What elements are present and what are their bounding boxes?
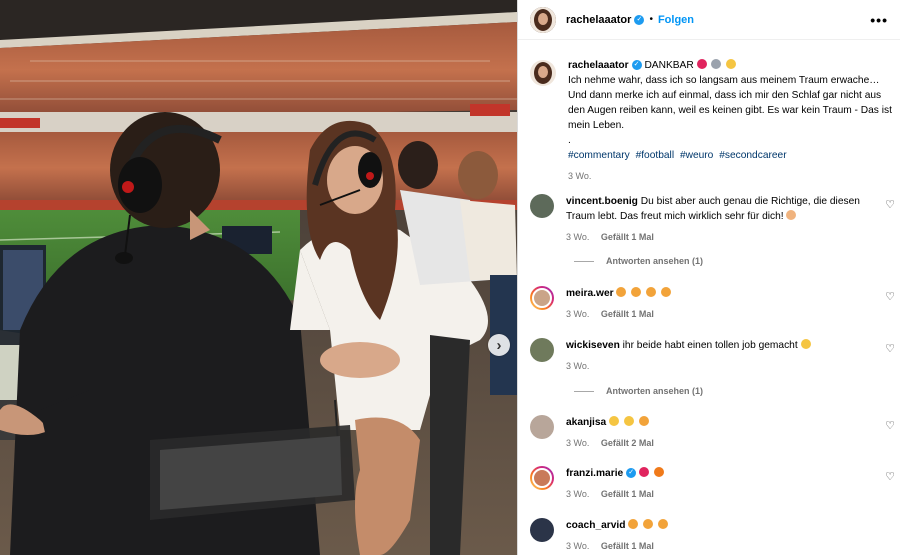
comment-likes[interactable]: Gefällt 1 Mal	[601, 232, 654, 242]
comment-meta: 3 Wo. Gefällt 1 Mal	[566, 539, 866, 554]
commentary-booth-image	[0, 0, 517, 555]
next-image-button[interactable]: ›	[488, 334, 510, 356]
comment-item: meira.wer 3 Wo. Gefällt 1 Mal ♡	[530, 286, 900, 322]
separator-dot: •	[649, 14, 653, 25]
hashtag-link[interactable]: #commentary	[568, 150, 630, 161]
post-photo[interactable]: ›	[0, 0, 517, 555]
hands-emoji-icon	[786, 210, 797, 220]
comment-username[interactable]: meira.wer	[566, 288, 614, 299]
post-dialog: › rachelaaator ✓ • Folgen ••• rachelaaat…	[0, 0, 900, 555]
comment-username[interactable]: coach_arvid	[566, 520, 625, 531]
like-heart-icon[interactable]: ♡	[885, 470, 895, 483]
caption-dot: .	[568, 135, 571, 146]
comment-avatar[interactable]	[530, 466, 554, 490]
sparkles-emoji-icon	[609, 416, 620, 426]
heart-eyes-emoji-icon	[660, 287, 671, 297]
sparkles-emoji-icon	[726, 59, 737, 69]
comment-item: wickiseven ihr beide habt einen tollen j…	[530, 338, 900, 374]
author-username[interactable]: rachelaaator	[566, 14, 631, 26]
clap-emoji-icon	[800, 339, 811, 349]
comment-time[interactable]: 3 Wo.	[566, 438, 589, 448]
comment-meta: 3 Wo. Gefällt 1 Mal	[566, 487, 866, 502]
comment-time[interactable]: 3 Wo.	[566, 309, 589, 319]
hashtag-link[interactable]: #weuro	[680, 150, 713, 161]
author-avatar[interactable]	[530, 6, 556, 33]
heart-eyes-emoji-icon	[638, 416, 649, 426]
like-heart-icon[interactable]: ♡	[885, 419, 895, 432]
comment-meta: 3 Wo. Gefällt 2 Mal	[566, 436, 866, 451]
microphone-emoji-icon	[711, 59, 722, 69]
heart-eyes-emoji-icon	[631, 287, 642, 297]
heart-emoji-icon	[696, 59, 707, 69]
comment-avatar[interactable]	[530, 415, 554, 439]
comment-time[interactable]: 3 Wo.	[566, 541, 589, 551]
comment-username[interactable]: wickiseven	[566, 340, 620, 351]
hashtag-link[interactable]: #secondcareer	[719, 150, 786, 161]
caption-time[interactable]: 3 Wo.	[568, 171, 591, 181]
caption-username[interactable]: rachelaaator	[568, 60, 629, 71]
comment-likes[interactable]: Gefällt 1 Mal	[601, 541, 654, 551]
comment-meta: 3 Wo. Gefällt 1 Mal	[566, 307, 866, 322]
comment-username[interactable]: franzi.marie	[566, 468, 623, 479]
follow-button[interactable]: Folgen	[658, 14, 694, 26]
like-heart-icon[interactable]: ♡	[885, 290, 895, 303]
post-header: rachelaaator ✓ • Folgen •••	[518, 0, 900, 40]
caption-body: Ich nehme wahr, dass ich so langsam aus …	[568, 75, 892, 131]
comment-meta: 3 Wo. Gefällt 1 Mal	[566, 230, 866, 245]
view-replies-label[interactable]: Antworten ansehen (1)	[606, 256, 703, 266]
comment-avatar[interactable]	[530, 194, 554, 218]
post-sidebar: rachelaaator ✓ • Folgen ••• rachelaaator…	[517, 0, 900, 555]
heart-eyes-emoji-icon	[628, 519, 639, 529]
post-caption: rachelaaator ✓ DANKBAR Ich nehme wahr, da…	[530, 58, 895, 184]
replies-line	[574, 390, 594, 392]
comment-meta: 3 Wo.	[566, 359, 866, 374]
heart-eyes-emoji-icon	[616, 287, 627, 297]
comment-time[interactable]: 3 Wo.	[566, 489, 589, 499]
comment-time[interactable]: 3 Wo.	[566, 361, 589, 371]
like-heart-icon[interactable]: ♡	[885, 198, 895, 211]
caption-title: DANKBAR	[644, 60, 694, 71]
comment-username[interactable]: akanjisa	[566, 417, 606, 428]
view-replies-button[interactable]: Antworten ansehen (1)	[574, 386, 703, 396]
hashtags: #commentary #football #weuro #secondcare…	[568, 148, 893, 163]
caption-avatar[interactable]	[530, 60, 556, 86]
fire-emoji-icon	[653, 467, 664, 477]
heart-eyes-emoji-icon	[646, 287, 657, 297]
hashtag-link[interactable]: #football	[636, 150, 675, 161]
comment-text: ihr beide habt einen tollen job gemacht	[622, 340, 798, 351]
heart-emoji-icon	[639, 467, 650, 477]
comment-time[interactable]: 3 Wo.	[566, 232, 589, 242]
comment-avatar[interactable]	[530, 518, 554, 542]
sparkles-emoji-icon	[623, 416, 634, 426]
verified-icon: ✓	[634, 14, 645, 25]
like-heart-icon[interactable]: ♡	[885, 342, 895, 355]
verified-icon: ✓	[626, 468, 637, 479]
comment-likes[interactable]: Gefällt 2 Mal	[601, 438, 654, 448]
comment-item: coach_arvid 3 Wo. Gefällt 1 Mal	[530, 518, 900, 554]
comment-avatar[interactable]	[530, 286, 554, 310]
more-options-icon[interactable]: •••	[870, 12, 888, 28]
verified-icon: ✓	[631, 60, 642, 71]
comment-likes[interactable]: Gefällt 1 Mal	[601, 309, 654, 319]
comment-item: franzi.marie ✓ 3 Wo. Gefällt 1 Mal ♡	[530, 466, 900, 502]
comment-username[interactable]: vincent.boenig	[566, 196, 638, 207]
heart-eyes-emoji-icon	[658, 519, 668, 529]
view-replies-button[interactable]: Antworten ansehen (1)	[574, 256, 703, 266]
comment-avatar[interactable]	[530, 338, 554, 362]
caption-meta: 3 Wo.	[568, 169, 893, 184]
comment-likes[interactable]: Gefällt 1 Mal	[601, 489, 654, 499]
comment-item: akanjisa 3 Wo. Gefällt 2 Mal ♡	[530, 415, 900, 451]
replies-line	[574, 260, 594, 262]
heart-eyes-emoji-icon	[643, 519, 654, 529]
view-replies-label[interactable]: Antworten ansehen (1)	[606, 386, 703, 396]
comment-item: vincent.boenig Du bist aber auch genau d…	[530, 194, 900, 245]
